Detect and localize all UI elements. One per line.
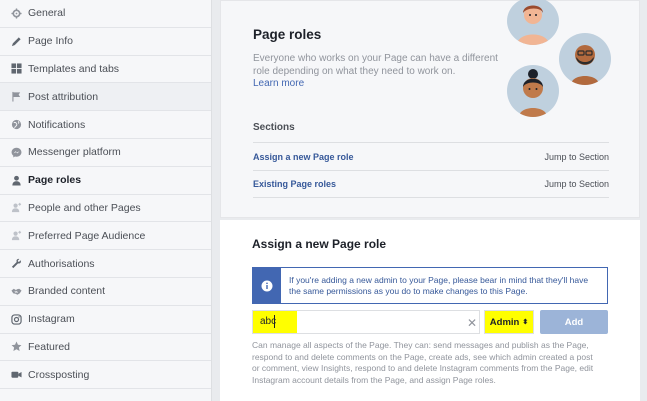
sidebar-item-label: Instagram <box>28 313 75 326</box>
instagram-icon <box>11 313 22 325</box>
grid-icon <box>11 63 22 75</box>
sidebar-item-page-info[interactable]: Page Info <box>0 28 211 56</box>
sidebar-item-people-and-other-pages[interactable]: People and other Pages <box>0 195 211 223</box>
sidebar-item-notifications[interactable]: Notifications <box>0 111 211 139</box>
sidebar-item-messenger-platform[interactable]: Messenger platform <box>0 139 211 167</box>
section-row: Existing Page roles Jump to Section <box>253 170 609 198</box>
assign-role-form: abc ✕ Admin ⬍ Add <box>252 310 608 334</box>
pencil-icon <box>11 36 22 47</box>
sidebar-item-general[interactable]: General <box>0 0 211 28</box>
page-roles-card: Page roles Everyone who works on your Pa… <box>220 0 640 218</box>
globe-icon <box>11 119 22 130</box>
video-icon <box>11 369 22 380</box>
add-button[interactable]: Add <box>540 310 608 334</box>
name-or-email-input[interactable]: abc ✕ <box>252 310 480 334</box>
sidebar-item-label: People and other Pages <box>28 201 141 214</box>
sidebar-item-label: Page roles <box>28 174 82 187</box>
settings-sidebar: General Page Info Templates and tabs Pos… <box>0 0 212 401</box>
star-icon <box>11 341 22 352</box>
sidebar-item-templates[interactable]: Templates and tabs <box>0 56 211 84</box>
gear-icon <box>11 8 22 19</box>
sidebar-item-crossposting[interactable]: Crossposting <box>0 361 211 390</box>
avatar-illustration-bearded-man <box>559 33 611 85</box>
page-roles-description: Everyone who works on your Page can have… <box>253 53 498 77</box>
sidebar-item-label: Preferred Page Audience <box>28 229 146 242</box>
avatar-illustration-woman <box>507 0 559 45</box>
section-link-assign-role[interactable]: Assign a new Page role <box>253 152 354 162</box>
sidebar-item-label: Authorisations <box>28 257 95 270</box>
sidebar-item-post-attribution[interactable]: Post attribution <box>0 83 211 112</box>
sidebar-item-label: Messenger platform <box>28 146 121 159</box>
sidebar-item-branded-content[interactable]: Branded content <box>0 278 211 306</box>
person-plus-icon <box>11 202 22 213</box>
sort-arrows-icon: ⬍ <box>522 319 529 326</box>
sections-heading: Sections <box>253 122 295 133</box>
section-link-existing-roles[interactable]: Existing Page roles <box>253 179 336 189</box>
clear-icon[interactable]: ✕ <box>467 316 477 330</box>
assign-role-card: Assign a new Page role If you're adding … <box>220 220 640 401</box>
flag-icon <box>11 91 22 102</box>
sidebar-item-label: Branded content <box>28 285 106 298</box>
sidebar-item-label: Notifications <box>28 118 86 131</box>
sidebar-item-instagram[interactable]: Instagram <box>0 306 211 334</box>
avatar-illustration-woman-bun <box>507 65 559 117</box>
sidebar-item-label: General <box>28 7 66 20</box>
wrench-icon <box>11 258 22 269</box>
sidebar-item-featured[interactable]: Featured <box>0 334 211 362</box>
role-dropdown[interactable]: Admin ⬍ <box>484 310 534 334</box>
role-description: Can manage all aspects of the Page. They… <box>252 340 594 385</box>
sidebar-item-label: Post attribution <box>28 90 99 103</box>
sidebar-item-preferred-page-audience[interactable]: Preferred Page Audience <box>0 222 211 251</box>
jump-to-section-link[interactable]: Jump to Section <box>544 152 609 162</box>
handshake-icon <box>11 286 22 297</box>
main-content: Page roles Everyone who works on your Pa… <box>220 0 640 401</box>
page-title: Page roles <box>253 27 322 42</box>
role-dropdown-value: Admin <box>489 316 520 328</box>
info-icon <box>253 268 281 303</box>
sidebar-item-page-roles[interactable]: Page roles <box>0 167 211 195</box>
person-plus-icon <box>11 230 22 241</box>
sidebar-item-label: Page Info <box>28 35 73 48</box>
sidebar-item-label: Crossposting <box>28 368 90 381</box>
text-cursor <box>274 315 275 328</box>
sidebar-item-label: Featured <box>28 340 71 353</box>
assign-role-heading: Assign a new Page role <box>252 237 387 251</box>
admin-info-notice: If you're adding a new admin to your Pag… <box>252 267 608 304</box>
jump-to-section-link[interactable]: Jump to Section <box>544 179 609 189</box>
messenger-icon <box>11 147 22 158</box>
sidebar-item-authorisations[interactable]: Authorisations <box>0 250 211 278</box>
section-row: Assign a new Page role Jump to Section <box>253 142 609 170</box>
admin-info-text: If you're adding a new admin to your Pag… <box>289 274 589 296</box>
sidebar-item-label: Templates and tabs <box>28 62 120 75</box>
person-icon <box>11 175 22 186</box>
learn-more-link[interactable]: Learn more <box>253 78 304 89</box>
